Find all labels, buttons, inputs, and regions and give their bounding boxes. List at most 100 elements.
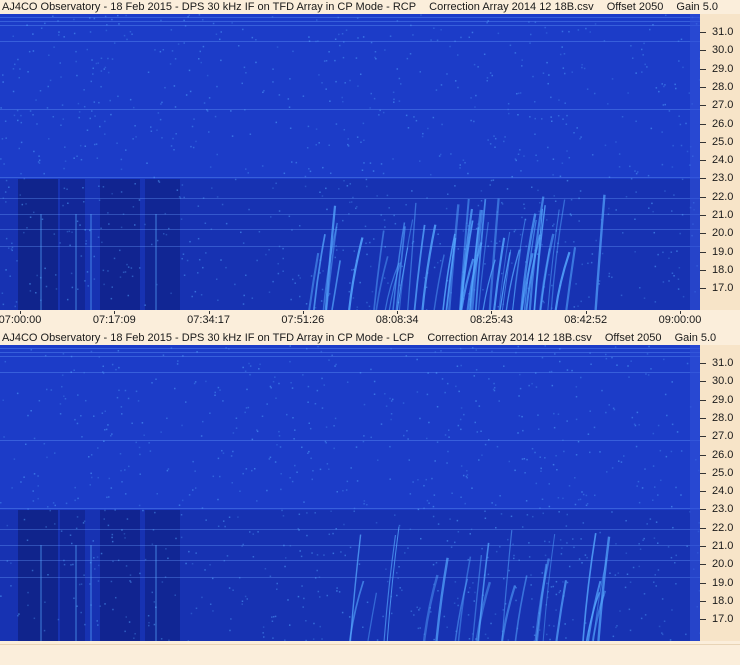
noise-speck <box>676 250 678 252</box>
noise-speck <box>489 184 491 186</box>
noise-speck <box>346 29 348 31</box>
noise-speck <box>518 154 520 156</box>
noise-speck <box>499 495 501 497</box>
noise-speck <box>520 170 522 172</box>
noise-speck <box>249 531 251 533</box>
noise-speck <box>634 251 636 253</box>
bright-vertical <box>40 545 42 641</box>
noise-speck <box>69 245 71 247</box>
noise-speck <box>322 195 324 197</box>
noise-speck <box>427 394 429 396</box>
noise-speck <box>638 543 640 545</box>
noise-speck <box>562 118 564 120</box>
noise-speck <box>123 214 125 216</box>
noise-speck <box>168 468 170 470</box>
noise-speck <box>8 247 10 249</box>
noise-speck <box>393 101 395 103</box>
noise-speck <box>351 269 353 271</box>
noise-speck <box>207 110 209 112</box>
noise-speck <box>299 514 301 516</box>
noise-speck <box>245 275 247 277</box>
noise-speck <box>33 50 35 52</box>
noise-speck <box>496 243 498 245</box>
noise-speck <box>612 78 614 80</box>
noise-speck <box>531 383 533 385</box>
noise-speck <box>532 448 534 450</box>
noise-speck <box>590 31 592 33</box>
y-tick-label: 21.0 <box>712 540 733 552</box>
noise-speck <box>657 494 659 496</box>
noise-speck <box>2 138 4 140</box>
noise-speck <box>536 483 538 485</box>
noise-speck <box>550 116 552 118</box>
noise-speck <box>121 481 123 483</box>
noise-speck <box>554 427 556 429</box>
noise-speck <box>539 507 541 509</box>
noise-speck <box>521 65 523 67</box>
noise-speck <box>146 162 148 164</box>
noise-speck <box>328 468 330 470</box>
noise-speck <box>87 271 89 273</box>
noise-speck <box>658 425 660 427</box>
noise-speck <box>139 505 141 507</box>
noise-speck <box>518 559 520 561</box>
noise-speck <box>307 453 309 455</box>
noise-speck <box>32 570 34 572</box>
noise-speck <box>437 441 439 443</box>
noise-speck <box>99 356 101 358</box>
noise-speck <box>253 533 255 535</box>
noise-speck <box>376 522 378 524</box>
noise-speck <box>363 36 365 38</box>
noise-speck <box>404 552 406 554</box>
noise-speck <box>317 390 319 392</box>
noise-speck <box>354 508 356 510</box>
noise-speck <box>201 294 203 296</box>
noise-speck <box>71 273 73 275</box>
noise-speck <box>622 116 624 118</box>
noise-speck <box>37 498 39 500</box>
noise-speck <box>420 14 422 16</box>
noise-speck <box>613 636 615 638</box>
noise-speck <box>99 605 101 607</box>
y-tick-label: 31.0 <box>712 357 733 369</box>
noise-speck <box>663 104 665 106</box>
noise-speck <box>606 471 608 473</box>
noise-speck <box>423 485 425 487</box>
noise-speck <box>436 562 438 564</box>
noise-speck <box>242 544 244 546</box>
y-tick-mark <box>700 528 706 529</box>
noise-speck <box>80 145 82 147</box>
noise-speck <box>193 118 195 120</box>
noise-speck <box>93 415 95 417</box>
noise-speck <box>321 638 323 640</box>
noise-speck <box>194 383 196 385</box>
noise-speck <box>17 615 19 617</box>
noise-speck <box>343 57 345 59</box>
noise-speck <box>55 274 57 276</box>
y-tick-mark <box>700 601 706 602</box>
noise-speck <box>216 34 218 36</box>
noise-speck <box>5 269 7 271</box>
noise-speck <box>324 60 326 62</box>
noise-speck <box>178 43 180 45</box>
noise-speck <box>54 233 56 235</box>
noise-speck <box>451 546 453 548</box>
noise-speck <box>447 451 449 453</box>
noise-speck <box>490 623 492 625</box>
noise-speck <box>128 295 129 297</box>
noise-speck <box>449 46 451 48</box>
noise-speck <box>281 510 283 512</box>
noise-speck <box>441 84 443 86</box>
noise-speck <box>252 439 254 441</box>
noise-speck <box>418 509 420 511</box>
noise-speck <box>464 162 466 164</box>
y-tick-label: 26.0 <box>712 449 733 461</box>
noise-speck <box>198 58 200 60</box>
noise-speck <box>102 366 104 368</box>
noise-speck <box>265 568 267 570</box>
noise-speck <box>173 149 175 151</box>
noise-speck <box>191 296 193 298</box>
noise-speck <box>550 97 552 99</box>
noise-speck <box>307 147 309 149</box>
noise-speck <box>46 389 48 391</box>
